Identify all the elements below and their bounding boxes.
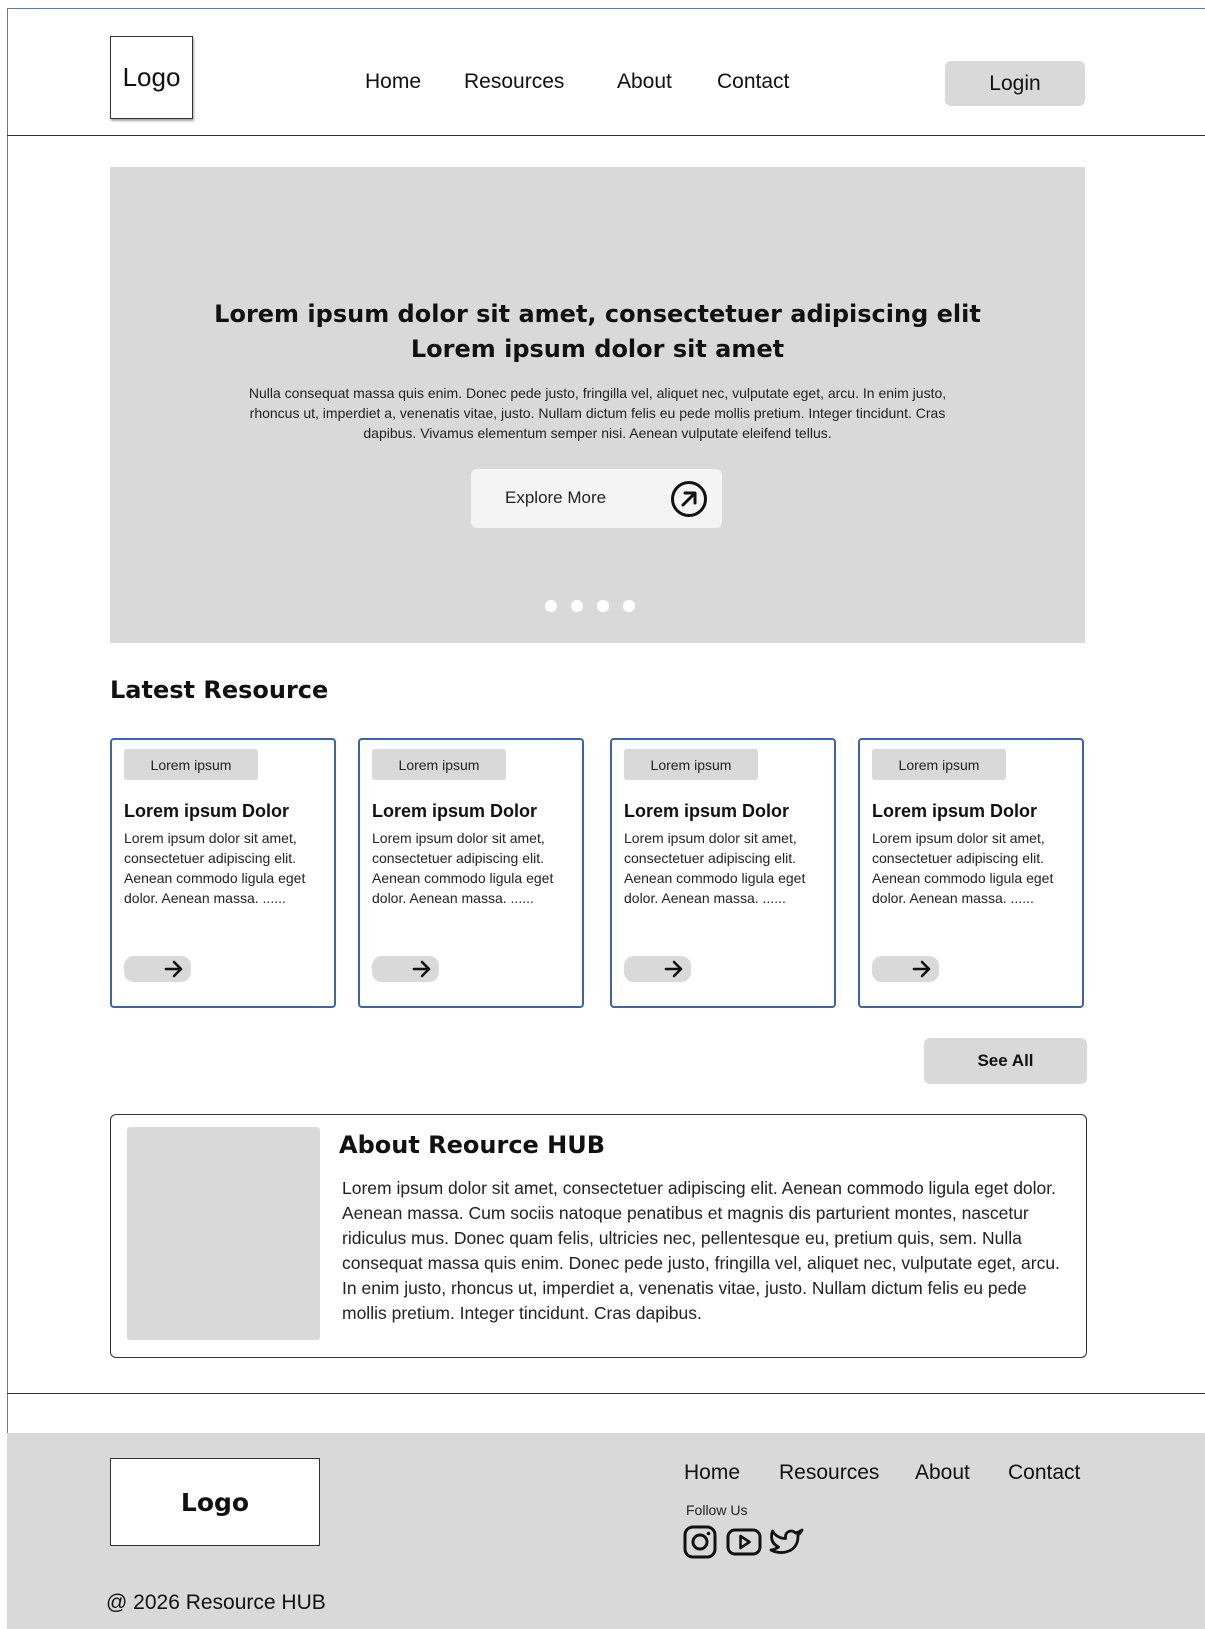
about-title: About Reource HUB — [339, 1131, 606, 1159]
resource-card[interactable]: Lorem ipsum Lorem ipsum Dolor Lorem ipsu… — [358, 738, 584, 1008]
hero-title-line-1: Lorem ipsum dolor sit amet, consectetuer… — [214, 300, 981, 328]
card-title: Lorem ipsum Dolor — [872, 801, 1038, 821]
arrow-up-right-circle-icon — [671, 481, 707, 517]
footer-nav-about[interactable]: About — [915, 1461, 970, 1485]
frame-top-line — [7, 8, 1205, 9]
twitter-icon[interactable] — [769, 1524, 805, 1560]
card-title: Lorem ipsum Dolor — [372, 801, 538, 821]
card-tag: Lorem ipsum — [872, 749, 1006, 780]
nav-resources[interactable]: Resources — [464, 70, 564, 94]
see-all-button[interactable]: See All — [924, 1038, 1087, 1084]
footer-nav-contact[interactable]: Contact — [1008, 1461, 1080, 1485]
carousel-dot-1[interactable] — [545, 600, 557, 612]
instagram-icon[interactable] — [682, 1524, 718, 1560]
latest-resource-title: Latest Resource — [110, 676, 329, 704]
carousel-dot-3[interactable] — [597, 600, 609, 612]
arrow-right-icon — [664, 960, 683, 978]
header-logo[interactable]: Logo — [110, 36, 193, 119]
frame-left-line — [7, 8, 8, 1438]
footer-nav-home[interactable]: Home — [684, 1461, 740, 1485]
explore-more-label: Explore More — [505, 488, 607, 507]
carousel-dot-4[interactable] — [623, 600, 635, 612]
card-title: Lorem ipsum Dolor — [124, 801, 290, 821]
hero-title: Lorem ipsum dolor sit amet, consectetuer… — [110, 297, 1085, 367]
card-arrow-button[interactable] — [872, 956, 939, 982]
card-title: Lorem ipsum Dolor — [624, 801, 790, 821]
card-text: Lorem ipsum dolor sit amet, consectetuer… — [872, 830, 1054, 906]
follow-us-label: Follow Us — [686, 1502, 748, 1518]
card-tag: Lorem ipsum — [124, 749, 258, 780]
footer-logo[interactable]: Logo — [110, 1458, 320, 1546]
nav-contact[interactable]: Contact — [717, 70, 789, 94]
arrow-right-icon — [912, 960, 931, 978]
hero-description: Nulla consequat massa quis enim. Donec p… — [248, 385, 947, 441]
footer-nav-resources[interactable]: Resources — [779, 1461, 879, 1485]
hero-banner: Lorem ipsum dolor sit amet, consectetuer… — [110, 167, 1085, 643]
carousel-dots — [545, 600, 635, 612]
youtube-icon[interactable] — [726, 1524, 762, 1560]
about-section: About Reource HUB Lorem ipsum dolor sit … — [110, 1114, 1087, 1358]
card-text: Lorem ipsum dolor sit amet, consectetuer… — [624, 830, 806, 906]
header-divider — [7, 135, 1205, 136]
card-arrow-button[interactable] — [372, 956, 439, 982]
explore-more-button[interactable]: Explore More — [471, 469, 722, 528]
card-text: Lorem ipsum dolor sit amet, consectetuer… — [372, 830, 554, 906]
resource-card[interactable]: Lorem ipsum Lorem ipsum Dolor Lorem ipsu… — [858, 738, 1084, 1008]
card-tag: Lorem ipsum — [624, 749, 758, 780]
nav-home[interactable]: Home — [365, 70, 421, 94]
footer-divider — [7, 1393, 1205, 1394]
carousel-dot-2[interactable] — [571, 600, 583, 612]
login-button[interactable]: Login — [945, 61, 1085, 106]
card-arrow-button[interactable] — [624, 956, 691, 982]
about-image-placeholder — [127, 1127, 320, 1340]
copyright-text: @ 2026 Resource HUB — [106, 1591, 326, 1614]
card-tag: Lorem ipsum — [372, 749, 506, 780]
about-text: Lorem ipsum dolor sit amet, consectetuer… — [342, 1178, 1060, 1323]
resource-card[interactable]: Lorem ipsum Lorem ipsum Dolor Lorem ipsu… — [610, 738, 836, 1008]
card-text: Lorem ipsum dolor sit amet, consectetuer… — [124, 830, 306, 906]
nav-about[interactable]: About — [617, 70, 672, 94]
arrow-right-icon — [412, 960, 431, 978]
arrow-right-icon — [164, 960, 183, 978]
resource-card[interactable]: Lorem ipsum Lorem ipsum Dolor Lorem ipsu… — [110, 738, 336, 1008]
card-arrow-button[interactable] — [124, 956, 191, 982]
hero-title-line-2: Lorem ipsum dolor sit amet — [410, 335, 785, 363]
footer: Logo Home Resources About Contact Follow… — [7, 1433, 1205, 1629]
